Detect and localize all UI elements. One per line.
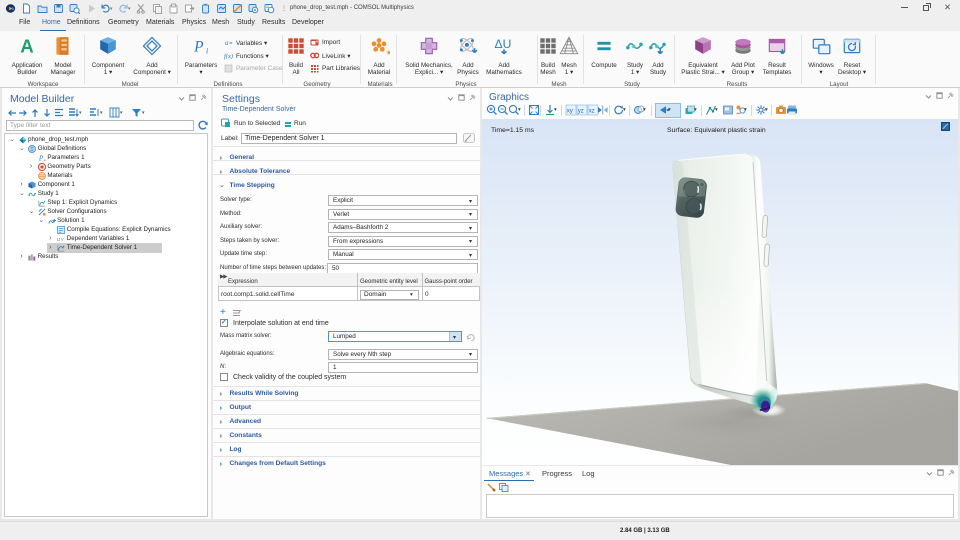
svg-text:xz: xz	[589, 109, 595, 115]
svg-text:P: P	[193, 39, 204, 56]
svg-text:v: v	[61, 236, 64, 243]
svg-text:A: A	[20, 36, 34, 57]
svg-text:Time=1.15 ms: Time=1.15 ms	[491, 127, 535, 134]
svg-text:xy: xy	[567, 109, 573, 115]
svg-text:yz: yz	[578, 109, 584, 115]
svg-text:P: P	[38, 154, 44, 161]
svg-text:★: ★	[386, 48, 390, 57]
svg-text:u: u	[57, 236, 60, 243]
svg-text:=: =	[229, 41, 233, 47]
svg-text:f(x): f(x)	[224, 53, 233, 60]
svg-text:Surface: Equivalent plastic st: Surface: Equivalent plastic strain	[667, 127, 766, 134]
svg-text:i: i	[206, 46, 209, 56]
svg-text:ΔU: ΔU	[494, 37, 511, 51]
